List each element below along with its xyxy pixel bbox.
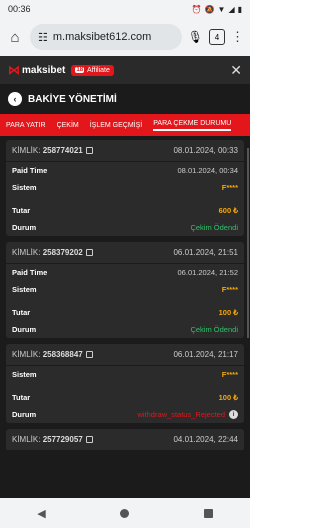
wifi-icon: ▼	[217, 4, 226, 14]
website-content: ⋈ maksibet 18 Affiliate ✕ ‹ BAKİYE YÖNETİM…	[0, 56, 250, 498]
nav-back-icon[interactable]: ◀	[37, 507, 45, 520]
transaction-date: 06.01.2024, 21:17	[173, 350, 238, 359]
site-settings-icon[interactable]: ☷	[38, 31, 48, 44]
microphone-icon[interactable]: 🎙	[188, 30, 203, 44]
transaction-card: KİMLİK: 258368847 06.01.2024, 21:17 Sist…	[6, 344, 244, 423]
status-row: Durum Çekim Ödendi	[12, 325, 238, 334]
copy-icon[interactable]	[85, 351, 93, 359]
home-icon[interactable]: ⌂	[6, 29, 24, 46]
site-header: ⋈ maksibet 18 Affiliate ✕	[0, 56, 250, 84]
status-badge: Çekim Ödendi	[190, 325, 238, 334]
transaction-date: 08.01.2024, 00:33	[173, 146, 238, 155]
status-badge: Çekim Ödendi	[190, 223, 238, 232]
transaction-card: KİMLİK: 257729057 04.01.2024, 22:44	[6, 429, 244, 451]
transaction-id: 258774021	[42, 146, 83, 155]
paid-time-row: Paid Time 06.01.2024, 21:52	[12, 268, 238, 277]
info-icon[interactable]: i	[229, 410, 238, 419]
close-icon[interactable]: ✕	[230, 62, 242, 79]
transaction-date: 04.01.2024, 22:44	[173, 435, 238, 444]
transaction-header: KİMLİK: 258774021 08.01.2024, 00:33	[6, 140, 244, 162]
address-text: m.maksibet612.com	[52, 31, 152, 43]
logo-mark-icon: ⋈	[8, 63, 20, 77]
mute-icon: 🔕	[204, 4, 215, 14]
system-row: Sistem F****	[12, 285, 238, 294]
page-title: BAKİYE YÖNETİMİ	[28, 93, 117, 105]
tab-deposit[interactable]: PARA YATIR	[6, 122, 46, 129]
id-label: KİMLİK:	[12, 435, 41, 444]
transaction-card: KİMLİK: 258774021 08.01.2024, 00:33 Paid…	[6, 140, 244, 236]
transaction-header: KİMLİK: 258379202 06.01.2024, 21:51	[6, 242, 244, 264]
amount-row: Tutar 100 ₺	[12, 393, 238, 402]
address-bar[interactable]: ☷ m.maksibet612.com	[30, 24, 182, 50]
transaction-header: KİMLİK: 257729057 04.01.2024, 22:44	[6, 429, 244, 451]
status-time: 00:36	[8, 4, 31, 14]
battery-icon: ▮	[237, 4, 242, 14]
paid-time-row: Paid Time 08.01.2024, 00:34	[12, 166, 238, 175]
page-header: ‹ BAKİYE YÖNETİMİ	[0, 84, 250, 114]
affiliate-button[interactable]: 18 Affiliate	[71, 64, 114, 76]
transaction-date: 06.01.2024, 21:51	[173, 248, 238, 257]
browser-toolbar: ⌂ ☷ m.maksibet612.com 🎙 4 ⋮	[0, 18, 250, 56]
copy-icon[interactable]	[85, 436, 93, 444]
affiliate-icon: 18	[75, 67, 85, 73]
nav-home-icon[interactable]	[120, 508, 130, 518]
status-bar: 00:36 ⏰ 🔕 ▼ ◢ ▮	[0, 0, 250, 18]
copy-icon[interactable]	[85, 147, 93, 155]
alarm-icon: ⏰	[191, 4, 202, 14]
transaction-id: 257729057	[42, 435, 83, 444]
tab-switcher-button[interactable]: 4	[209, 29, 225, 45]
transaction-header: KİMLİK: 258368847 06.01.2024, 21:17	[6, 344, 244, 366]
status-badge: withdraw_status_Rejected	[137, 410, 225, 419]
tab-withdraw[interactable]: ÇEKİM	[57, 122, 79, 129]
id-label: KİMLİK:	[12, 248, 41, 257]
more-menu-icon[interactable]: ⋮	[231, 29, 244, 45]
status-row: Durum Çekim Ödendi	[12, 223, 238, 232]
transaction-id: 258379202	[42, 248, 83, 257]
system-row: Sistem F****	[12, 370, 238, 379]
id-label: KİMLİK:	[12, 146, 41, 155]
amount-row: Tutar 600 ₺	[12, 206, 238, 215]
brand-logo[interactable]: ⋈ maksibet	[8, 63, 65, 77]
copy-icon[interactable]	[85, 249, 93, 257]
tab-history[interactable]: İŞLEM GEÇMİŞİ	[90, 122, 143, 129]
system-navigation-bar: ◀	[0, 498, 250, 528]
transaction-id: 258368847	[42, 350, 83, 359]
id-label: KİMLİK:	[12, 350, 41, 359]
balance-tabs: PARA YATIR ÇEKİM İŞLEM GEÇMİŞİ PARA ÇEKM…	[0, 114, 250, 136]
system-row: Sistem F****	[12, 183, 238, 192]
transaction-card: KİMLİK: 258379202 06.01.2024, 21:51 Paid…	[6, 242, 244, 338]
amount-row: Tutar 100 ₺	[12, 308, 238, 317]
status-icons: ⏰ 🔕 ▼ ◢ ▮	[192, 5, 242, 14]
status-row: Durum withdraw_status_Rejected i	[6, 406, 244, 423]
scrollbar[interactable]	[247, 148, 249, 338]
transaction-list: KİMLİK: 258774021 08.01.2024, 00:33 Paid…	[0, 136, 250, 461]
nav-recents-icon[interactable]	[203, 508, 213, 518]
back-button[interactable]: ‹	[8, 92, 22, 106]
tab-withdraw-status[interactable]: PARA ÇEKME DURUMU	[153, 120, 232, 131]
signal-icon: ◢	[228, 4, 235, 14]
